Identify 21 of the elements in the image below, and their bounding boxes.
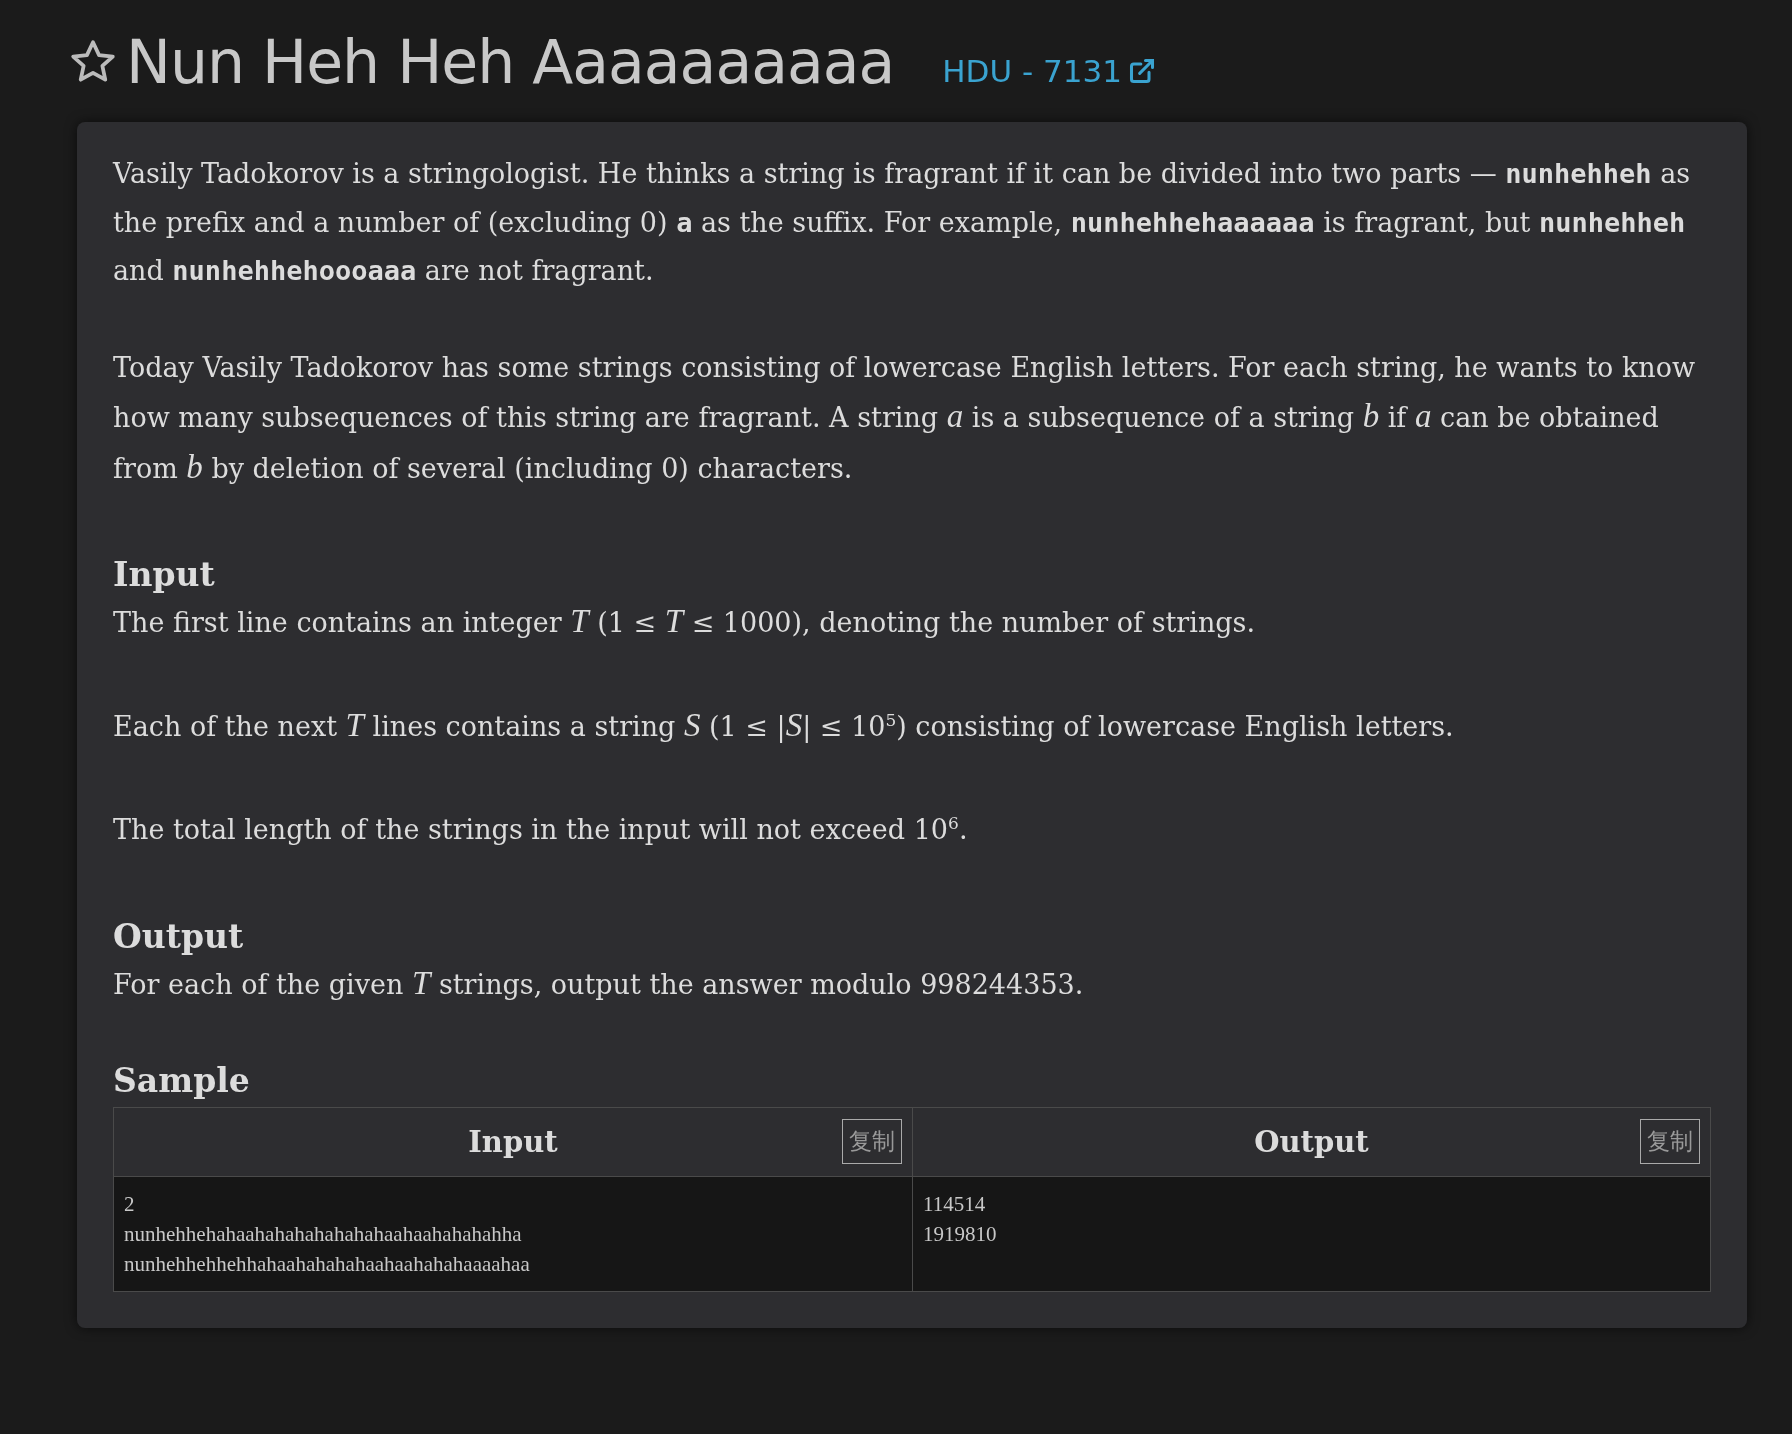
paragraph: The first line contains an integer T (1 ≤ T ≤ 1000), denoting the number of strings.	[113, 602, 1257, 641]
sample-line: 2	[124, 1191, 136, 1218]
paragraph: Today Vasily Tadokorov has some strings consisting of lowercase English letters. For each string, he wants to know how many subsequences of this string are fragrant. A string a is a subsequence of a string b if a can be obtained from b by deletion of several (including 0) characters.	[113, 350, 1696, 487]
column-header: Output	[1254, 1125, 1369, 1159]
source-link[interactable]: HDU - 7131	[942, 53, 1156, 89]
external-link-icon	[1127, 57, 1156, 85]
column-header: Input	[468, 1125, 558, 1159]
sample-line: nunhehhehahaahahahahahahahaahaahahahahha	[124, 1221, 523, 1248]
paragraph: Each of the next T lines contains a string S (1 ≤ |S| ≤ 10$^{5}$) consisting of lowercase English letters.	[113, 705, 1455, 745]
section-heading: Sample	[113, 1060, 251, 1102]
paragraph: Vasily Tadokorov is a stringologist. He thinks a string is fragrant if it can be divided into two parts — nunhehheh as the prefix and a number of (excluding 0) a as the suffix. For example, nunhehhehaaaaaa is fragrant, but nunhehheh and nunhehhehoooaaa are not fragrant.	[113, 157, 1692, 288]
paragraph: For each of the given T strings, output the answer modulo 998244353.	[113, 963, 1085, 1003]
section-heading: Output	[113, 915, 245, 958]
copy-button[interactable]: 复制	[842, 1119, 902, 1164]
copy-button[interactable]: 复制	[1640, 1119, 1700, 1164]
sample-line: nunhehhehhehhahaahahahahaahaahahahaaaahaa	[124, 1251, 531, 1278]
paragraph: The total length of the strings in the input will not exceed 10$^{6}$.	[113, 812, 969, 847]
sample-line: 1919810	[923, 1221, 998, 1248]
sample-line: 114514	[923, 1191, 987, 1218]
problem-title: Nun Heh Heh Aaaaaaaaaa	[126, 27, 895, 97]
section-heading: Input	[113, 554, 216, 596]
